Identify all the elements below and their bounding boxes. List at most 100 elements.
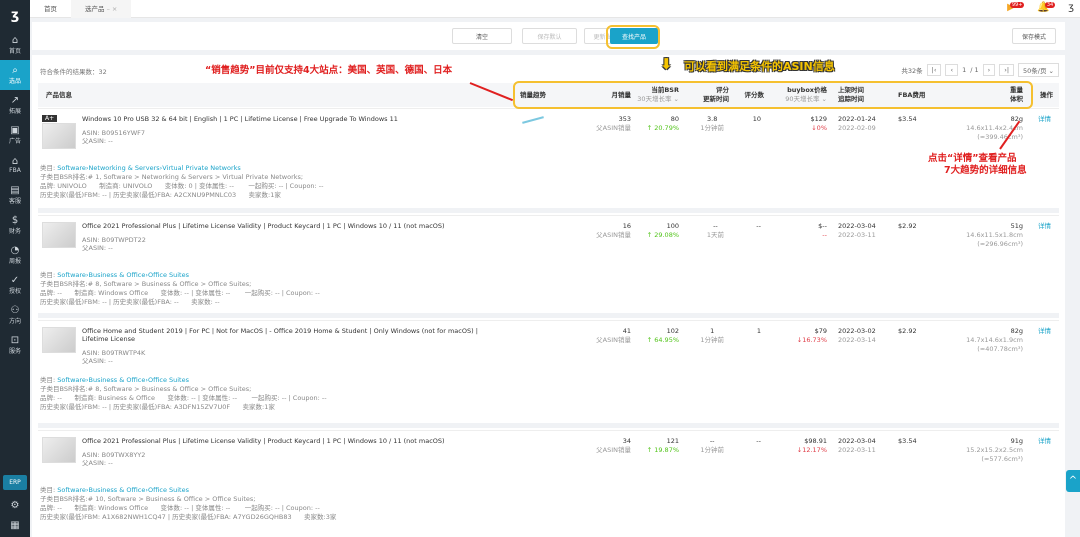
sidebar-item[interactable]: ⌕ 选品 [0,60,30,90]
details-link[interactable]: 详情 [1038,437,1051,446]
row-separator [38,208,1059,213]
rating-value: 3.8 [707,115,718,123]
sidebar-item-label: 拓展 [8,108,21,115]
aplus-badge: A+ [42,115,58,122]
details-link[interactable]: 详情 [1038,115,1051,124]
clear-button[interactable]: 清空 [452,28,512,44]
save-default-button[interactable]: 保存默认 [522,28,577,44]
sidebar-item[interactable]: ⊡ 服务 [0,330,30,360]
price-growth: ↓16.73% [796,336,827,344]
monthly-value: 353 [618,115,631,123]
bsr-growth: ↑ 64.95% [646,336,679,344]
logo: ʒ [10,7,20,23]
rating-value: 1 [710,327,715,335]
product-image[interactable] [42,123,76,149]
first-page-button[interactable]: |‹ [926,64,942,76]
sidebar-item-label: 服务 [8,348,21,355]
monthly-sub: 父ASIN销量 [596,124,631,132]
category-link[interactable]: Software›Business & Office›Office Suites [57,376,189,384]
bsr: 102 ↑ 64.95% [647,327,679,345]
product-image[interactable] [42,437,76,463]
weight: 82g [1010,115,1023,123]
sidebar-item[interactable]: ▤ 客服 [0,180,30,210]
user-icon[interactable]: ʒ [1068,2,1074,13]
category-link[interactable]: Software›Business & Office›Office Suites [57,271,189,279]
brand-line: 品牌: -- 制造商: Windows Office 变体数: -- | 变体属… [40,504,320,512]
product-title[interactable]: Office 2021 Professional Plus | Lifetime… [82,222,502,230]
monthly-sales: 34 父ASIN销量 [596,437,631,455]
tab-home[interactable]: 首页 [30,0,71,18]
fba-fee: $2.92 [898,327,917,335]
sidebar-item[interactable]: ⚇ 方向 [0,300,30,330]
buybox-price: $98.91 ↓12.17% [797,437,827,455]
details-link[interactable]: 详情 [1038,327,1051,336]
sidebar-item-label: 客服 [8,198,21,205]
product-title[interactable]: Office Home and Student 2019 | For PC | … [82,327,502,343]
sidebar-item-label: FBA [9,167,21,174]
sidebar-item[interactable]: ▣ 广告 [0,120,30,150]
bsr: 100 ↑ 29.08% [647,222,679,240]
product-title[interactable]: Office 2021 Professional Plus | Lifetime… [82,437,502,445]
next-page-button[interactable]: › [982,64,996,76]
sidebar-icon: $ [11,215,19,226]
rating: -- 1天前 [707,222,724,240]
page-input[interactable]: 1 [962,66,966,74]
weight-volume: 51g 14.6x11.5x1.8cm (≈296.96cm³) [966,222,1023,249]
tracked-date: 2022-03-11 [838,231,876,239]
down-arrow-icon: ⬇ [660,55,673,73]
monthly-value: 16 [622,222,631,230]
close-icon[interactable]: – × [107,5,118,13]
buybox-price: $-- -- [818,222,827,240]
product-title[interactable]: Windows 10 Pro USB 32 & 64 bit | English… [82,115,502,123]
price-value: $79 [814,327,827,335]
page-total: / 1 [970,66,979,74]
volume: (≈399.46cm³) [977,133,1023,141]
category-line: 类目: Software›Business & Office›Office Su… [40,376,189,385]
scroll-to-top-button[interactable]: ^ [1066,470,1080,492]
table-row: Office 2021 Professional Plus | Lifetime… [38,423,1059,530]
bsr-value: 121 [666,437,679,445]
product-image[interactable] [42,327,76,353]
bsr-growth: ↑ 19.87% [646,446,679,454]
monthly-value: 41 [622,327,631,335]
sidebar-item[interactable]: ↗ 拓展 [0,90,30,120]
page-size-select[interactable]: 50条/页 ⌄ [1018,63,1059,77]
sidebar-item[interactable]: ✓ 授权 [0,270,30,300]
reviews: 10 [752,115,761,123]
results-panel: 符合条件的结果数：32 共32条 |‹ ‹ 1/ 1 › ›| 50条/页 ⌄ … [32,55,1065,537]
weight-volume: 91g 15.2x15.2x2.5cm (≈577.6cm³) [966,437,1023,464]
category-line: 类目: Software›Networking & Servers›Virtua… [40,164,241,173]
tab-select-products[interactable]: 选产品 – × [71,0,132,18]
bell-icon[interactable]: 🔔34 [1037,2,1060,13]
rating-time: 1分钟前 [700,446,724,454]
sub-rank: 子类目BSR排名:# 10, Software > Business & Off… [40,495,256,503]
sidebar-item[interactable]: ⌂ 首页 [0,30,30,60]
product-image[interactable] [42,222,76,248]
last-page-button[interactable]: ›| [999,64,1015,76]
sidebar-item[interactable]: ⌂ FBA [0,150,30,180]
bsr-value: 102 [666,327,679,335]
category-link[interactable]: Software›Networking & Servers›Virtual Pr… [57,164,241,172]
play-icon[interactable]: ▶99+ [1007,2,1029,13]
category-line: 类目: Software›Business & Office›Office Su… [40,271,189,280]
sales-trend-sparkline[interactable] [522,116,544,124]
col-action: 操作 [1040,91,1053,99]
brand-line: 品牌: UNIVOLO 制造商: UNIVOLO 变体数: 0 | 变体属性: … [40,182,324,190]
sub-rank: 子类目BSR排名:# 1, Software > Networking & Se… [40,173,304,181]
rating-value: -- [709,437,715,445]
row-separator [38,423,1059,428]
prev-page-button[interactable]: ‹ [945,64,959,76]
settings-icon[interactable]: ⚙ [0,500,30,511]
sidebar-item[interactable]: ◔ 周报 [0,240,30,270]
tab-bar: 首页 选产品 – × ▶99+ 🔔34 ʒ [30,0,1080,18]
listed-date: 2022-03-02 [838,327,876,335]
category-link[interactable]: Software›Business & Office›Office Suites [57,486,189,494]
sidebar-item[interactable]: $ 财务 [0,210,30,240]
save-mode-button[interactable]: 保存模式 [1012,28,1056,44]
trend-annotation: “销售趋势”目前仅支持4大站点：美国、英国、德国、日本 [205,65,453,76]
price-value: $129 [810,115,827,123]
details-link[interactable]: 详情 [1038,222,1051,231]
erp-button[interactable]: ERP [3,475,27,490]
gift-icon[interactable]: ▦ [0,520,30,531]
sidebar-icon: ⚇ [10,305,20,316]
